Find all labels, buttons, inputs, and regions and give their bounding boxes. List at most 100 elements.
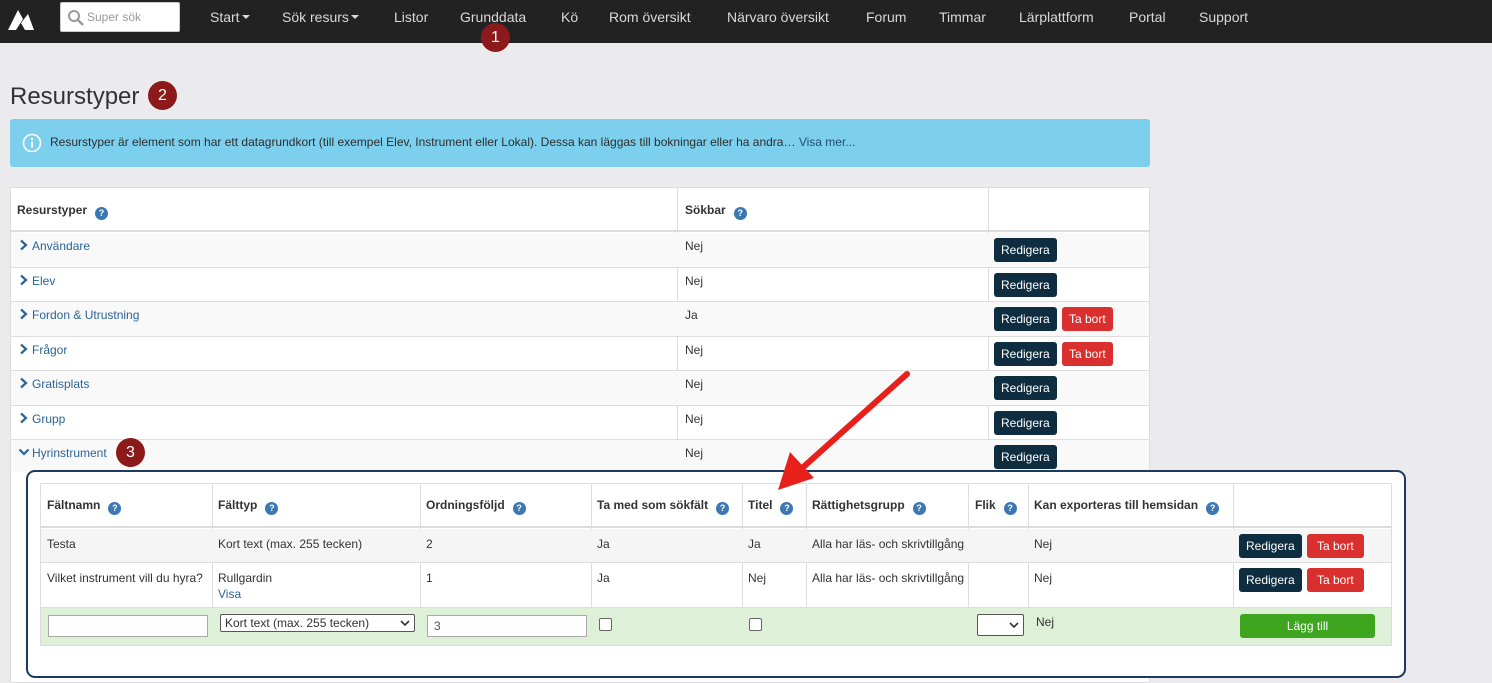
resource-type-link[interactable]: Användare	[18, 239, 90, 253]
nav-forum[interactable]: Forum	[866, 9, 906, 25]
info-icon	[22, 133, 42, 153]
table-row: Elev Nej Redigera	[11, 268, 1149, 302]
header-resurstyper: Resurstyper?	[17, 203, 109, 220]
resource-type-link[interactable]: Hyrinstrument	[18, 446, 107, 460]
resource-type-link[interactable]: Gratisplats	[18, 377, 89, 391]
nav-start[interactable]: Start	[210, 9, 250, 25]
new-field-title-checkbox[interactable]	[749, 618, 762, 631]
nav-portal[interactable]: Portal	[1129, 9, 1166, 25]
help-icon[interactable]: ?	[733, 207, 747, 220]
header-faltnamn: Fältnamn?	[47, 498, 122, 515]
step-badge-2: 2	[148, 81, 177, 110]
field-type: Rullgardin	[218, 571, 273, 585]
app-logo-icon[interactable]	[6, 6, 36, 32]
header-titel: Titel?	[748, 498, 794, 515]
resource-type-link[interactable]: Grupp	[18, 412, 65, 426]
table-row: Grupp Nej Redigera	[11, 406, 1149, 440]
chevron-down-icon	[18, 448, 30, 456]
field-row: Vilket instrument vill du hyra? Rullgard…	[41, 563, 1391, 608]
delete-field-button[interactable]: Ta bort	[1307, 568, 1364, 592]
fields-table-header: Fältnamn? Fälttyp? Ordningsföljd? Ta med…	[41, 484, 1391, 528]
chevron-right-icon	[20, 308, 28, 320]
nav-sok-resurs[interactable]: Sök resurs	[282, 9, 359, 25]
searchable-value: Nej	[685, 274, 704, 288]
field-title: Ja	[748, 537, 761, 551]
caret-down-icon	[350, 15, 359, 20]
table-header: Resurstyper? Sökbar?	[11, 188, 1149, 232]
header-ordningsfoljd: Ordningsföljd?	[426, 498, 526, 515]
add-field-button[interactable]: Lägg till	[1240, 614, 1375, 638]
edit-button[interactable]: Redigera	[994, 307, 1057, 331]
new-field-type-select[interactable]: Kort text (max. 255 tecken)	[220, 614, 415, 632]
field-order: 2	[426, 537, 433, 551]
header-export: Kan exporteras till hemsidan?	[1034, 498, 1220, 515]
show-options-link[interactable]: Visa	[218, 587, 241, 601]
edit-button[interactable]: Redigera	[994, 238, 1057, 262]
select-arrow-icon	[1009, 622, 1019, 629]
help-icon[interactable]: ?	[716, 502, 730, 515]
nav-support[interactable]: Support	[1199, 9, 1248, 25]
caret-down-icon	[241, 15, 250, 20]
search-icon	[68, 10, 84, 26]
select-arrow-icon	[400, 620, 410, 627]
help-icon[interactable]: ?	[780, 502, 794, 515]
chevron-right-icon	[20, 239, 28, 251]
field-search: Ja	[597, 571, 610, 585]
edit-button[interactable]: Redigera	[994, 445, 1057, 469]
nav-ko[interactable]: Kö	[561, 9, 578, 25]
help-icon[interactable]: ?	[1206, 502, 1220, 515]
edit-button[interactable]: Redigera	[994, 342, 1057, 366]
resource-type-link[interactable]: Elev	[18, 274, 55, 288]
delete-field-button[interactable]: Ta bort	[1307, 534, 1364, 558]
new-field-search-checkbox[interactable]	[599, 618, 612, 631]
field-order: 1	[426, 571, 433, 585]
nav-rom-oversikt[interactable]: Rom översikt	[609, 9, 691, 25]
help-icon[interactable]: ?	[95, 207, 109, 220]
searchable-value: Nej	[685, 446, 704, 460]
edit-button[interactable]: Redigera	[994, 376, 1057, 400]
resource-type-link[interactable]: Frågor	[18, 343, 67, 357]
help-icon[interactable]: ?	[512, 502, 526, 515]
top-navbar: Start Sök resurs Listor Grunddata Kö Rom…	[0, 0, 1492, 43]
alert-text: Resurstyper är element som har ett datag…	[50, 135, 856, 149]
show-more-link[interactable]: Visa mer...	[799, 135, 855, 149]
search-input[interactable]	[87, 10, 175, 24]
help-icon[interactable]: ?	[1003, 502, 1017, 515]
nav-larplattform[interactable]: Lärplattform	[1019, 9, 1094, 25]
table-row: Gratisplats Nej Redigera	[11, 371, 1149, 406]
help-icon[interactable]: ?	[265, 502, 279, 515]
field-type: Kort text (max. 255 tecken)	[218, 537, 363, 551]
fields-panel: Fältnamn? Fälttyp? Ordningsföljd? Ta med…	[26, 470, 1406, 678]
edit-button[interactable]: Redigera	[994, 411, 1057, 435]
searchable-value: Nej	[685, 343, 704, 357]
help-icon[interactable]: ?	[108, 502, 122, 515]
help-icon[interactable]: ?	[912, 502, 926, 515]
nav-timmar[interactable]: Timmar	[939, 9, 986, 25]
info-alert: Resurstyper är element som har ett datag…	[10, 119, 1150, 167]
field-rights: Alla har läs- och skrivtillgång	[812, 537, 965, 551]
header-flik: Flik?	[975, 498, 1017, 515]
resource-type-link[interactable]: Fordon & Utrustning	[18, 308, 139, 322]
delete-button[interactable]: Ta bort	[1062, 342, 1113, 366]
field-name: Testa	[47, 537, 76, 551]
table-row-expanded: Hyrinstrument Nej Redigera	[11, 440, 1149, 472]
field-export: Nej	[1034, 571, 1053, 585]
chevron-right-icon	[20, 274, 28, 286]
new-field-name-input[interactable]	[48, 615, 208, 637]
nav-narvaro-oversikt[interactable]: Närvaro översikt	[727, 9, 829, 25]
new-field-export: Nej	[1036, 615, 1055, 629]
new-field-tab-select[interactable]	[977, 614, 1024, 636]
delete-button[interactable]: Ta bort	[1062, 307, 1113, 331]
edit-field-button[interactable]: Redigera	[1239, 568, 1302, 592]
nav-listor[interactable]: Listor	[394, 9, 428, 25]
step-badge-1: 1	[481, 23, 510, 52]
new-field-order-input[interactable]	[427, 615, 587, 637]
edit-button[interactable]: Redigera	[994, 273, 1057, 297]
step-badge-3: 3	[116, 438, 145, 467]
super-search[interactable]	[60, 2, 180, 32]
field-name: Vilket instrument vill du hyra?	[47, 571, 203, 585]
table-row: Användare Nej Redigera	[11, 233, 1149, 268]
header-sokfalt: Ta med som sökfält?	[597, 498, 730, 515]
searchable-value: Ja	[685, 308, 698, 322]
edit-field-button[interactable]: Redigera	[1239, 534, 1302, 558]
